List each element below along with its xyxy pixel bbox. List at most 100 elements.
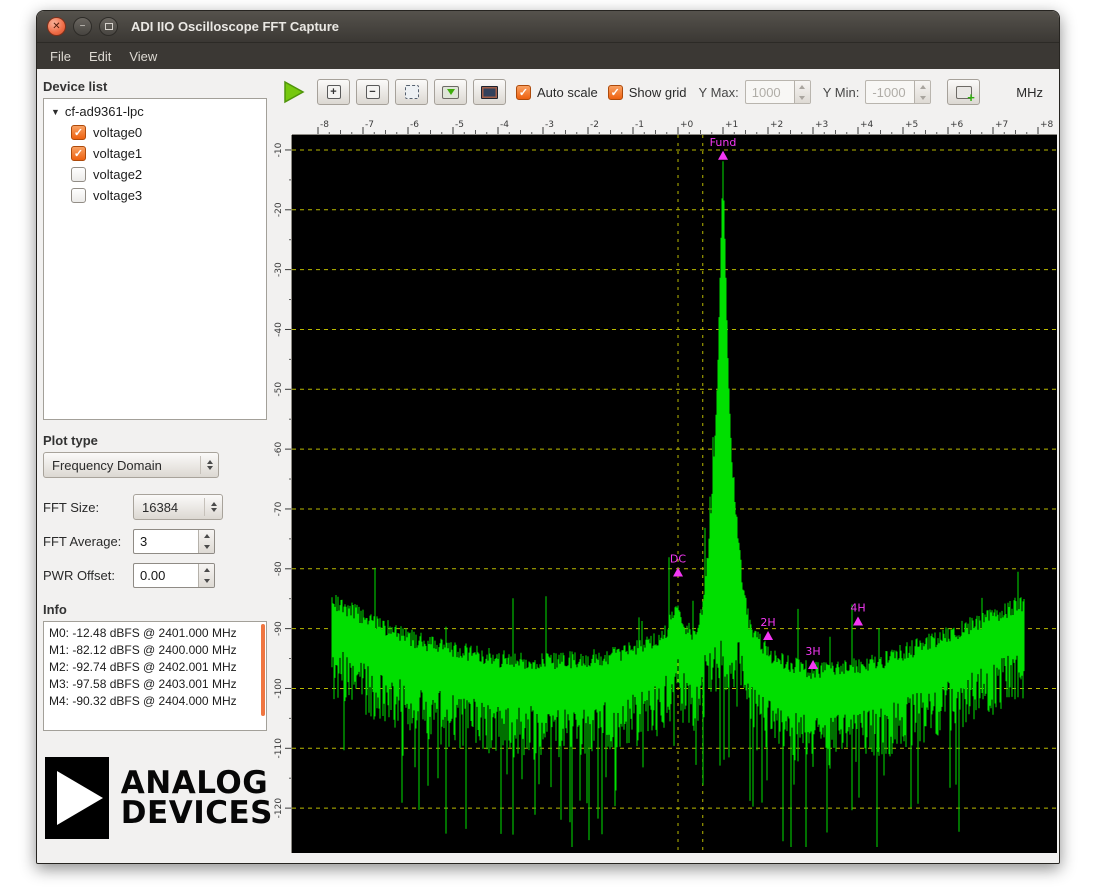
svg-text:Fund: Fund [710,136,737,149]
x-axis-ruler: -8-7-6-5-4-3-2-1+0+1+2+3+4+5+6+7+8 [292,117,1057,135]
spinner-buttons [914,81,930,103]
scrollbar[interactable] [261,624,265,716]
show-grid-checkbox[interactable] [608,85,623,100]
svg-text:-10: -10 [274,142,284,157]
svg-text:+8: +8 [1040,120,1054,130]
info-label: Info [43,602,273,617]
svg-text:2H: 2H [760,616,775,629]
spin-down-button[interactable] [915,92,930,103]
svg-text:+3: +3 [815,120,828,130]
spin-down-button[interactable] [199,542,214,554]
logo-line2: DEVICES [121,798,273,828]
fft-plot[interactable]: FundDC2H3H4H [292,135,1057,853]
spin-down-button[interactable] [795,92,810,103]
svg-text:-40: -40 [274,322,284,337]
info-box: M0: -12.48 dBFS @ 2401.000 MHzM1: -82.12… [43,621,267,731]
pwr-offset-input[interactable]: 0.00 [133,563,215,588]
minimize-button[interactable]: − [73,17,92,36]
spin-up-button[interactable] [795,81,810,92]
spinner-buttons [198,564,214,587]
close-icon: ✕ [52,22,60,32]
y-min-input[interactable]: -1000 [865,80,931,104]
zoom-in-button[interactable]: + [317,79,350,105]
fft-size-select[interactable]: 16384 [133,494,223,520]
channel-row: voltage1 [44,143,266,164]
screenshot-icon [442,86,459,99]
new-plot-button[interactable]: + [947,79,980,105]
svg-text:+2: +2 [770,120,783,130]
svg-text:+0: +0 [680,120,694,130]
svg-text:+6: +6 [950,120,964,130]
channel-label: voltage1 [93,146,142,161]
svg-text:+4: +4 [860,120,874,130]
combo-arrows-icon [200,456,213,474]
menu-item-view[interactable]: View [120,45,166,68]
svg-text:-6: -6 [410,120,419,130]
zoom-out-button[interactable]: − [356,79,389,105]
toolbar: + − Auto scale Show grid Y Max: 1000 [273,71,1057,113]
new-plot-icon: + [956,86,972,99]
maximize-button[interactable] [99,17,118,36]
ruler-row: -8-7-6-5-4-3-2-1+0+1+2+3+4+5+6+7+8 [273,117,1057,135]
show-grid-toggle[interactable]: Show grid [608,85,687,100]
channel-list: voltage0voltage1voltage2voltage3 [44,122,266,206]
menu-item-file[interactable]: File [41,45,80,68]
auto-scale-checkbox[interactable] [516,85,531,100]
channel-checkbox-voltage3[interactable] [71,188,86,203]
device-name: cf-ad9361-lpc [65,104,144,119]
svg-text:-100: -100 [274,678,284,699]
menu-bar: FileEditView [37,43,1059,69]
capture-play-button[interactable] [283,80,305,104]
adi-logo: ANALOG DEVICES [45,757,273,839]
spin-up-button[interactable] [199,564,214,576]
auto-scale-toggle[interactable]: Auto scale [516,85,598,100]
spin-down-button[interactable] [199,576,214,588]
close-button[interactable]: ✕ [47,17,66,36]
plot-type-label: Plot type [43,433,273,448]
zoom-fit-icon [405,85,419,99]
svg-text:4H: 4H [850,602,865,615]
channel-checkbox-voltage0[interactable] [71,125,86,140]
svg-text:-60: -60 [274,442,284,457]
svg-text:-4: -4 [500,120,509,130]
info-line: M3: -97.58 dBFS @ 2403.001 MHz [49,676,261,693]
svg-text:DC: DC [670,552,686,565]
svg-text:-90: -90 [274,621,284,636]
svg-text:-2: -2 [590,120,599,130]
fft-average-label: FFT Average: [43,534,133,549]
svg-text:-50: -50 [274,382,284,397]
menu-item-edit[interactable]: Edit [80,45,120,68]
fft-average-value: 3 [134,530,198,553]
spin-up-button[interactable] [199,530,214,542]
spin-up-button[interactable] [915,81,930,92]
channel-row: voltage0 [44,122,266,143]
adi-logo-text: ANALOG DEVICES [121,768,273,828]
zoom-out-icon: − [366,85,380,99]
channel-row: voltage3 [44,185,266,206]
fullscreen-button[interactable] [473,79,506,105]
main-content: Device list ▼ cf-ad9361-lpc voltage0 volt… [37,69,1059,864]
fft-average-input[interactable]: 3 [133,529,215,554]
zoom-fit-button[interactable] [395,79,428,105]
device-tree-root[interactable]: ▼ cf-ad9361-lpc [44,99,266,122]
channel-checkbox-voltage1[interactable] [71,146,86,161]
spinner-buttons [198,530,214,553]
svg-text:-5: -5 [455,120,464,130]
y-max-input[interactable]: 1000 [745,80,811,104]
plot-column: + − Auto scale Show grid Y Max: 1000 [273,69,1057,864]
save-capture-button[interactable] [434,79,467,105]
window-title: ADI IIO Oscilloscope FFT Capture [131,19,339,34]
y-min-value: -1000 [866,81,914,103]
combo-arrows-icon [204,498,217,516]
plot-type-select[interactable]: Frequency Domain [43,452,219,478]
expander-icon[interactable]: ▼ [51,107,60,117]
channel-checkbox-voltage2[interactable] [71,167,86,182]
unit-label: MHz [1016,85,1043,100]
svg-text:-8: -8 [320,120,329,130]
device-list-label: Device list [43,79,273,94]
fullscreen-icon [481,86,498,99]
titlebar[interactable]: ✕ − ADI IIO Oscilloscope FFT Capture [37,11,1059,43]
auto-scale-label: Auto scale [537,85,598,100]
y-max-label: Y Max: [699,85,739,100]
svg-text:+7: +7 [995,120,1008,130]
